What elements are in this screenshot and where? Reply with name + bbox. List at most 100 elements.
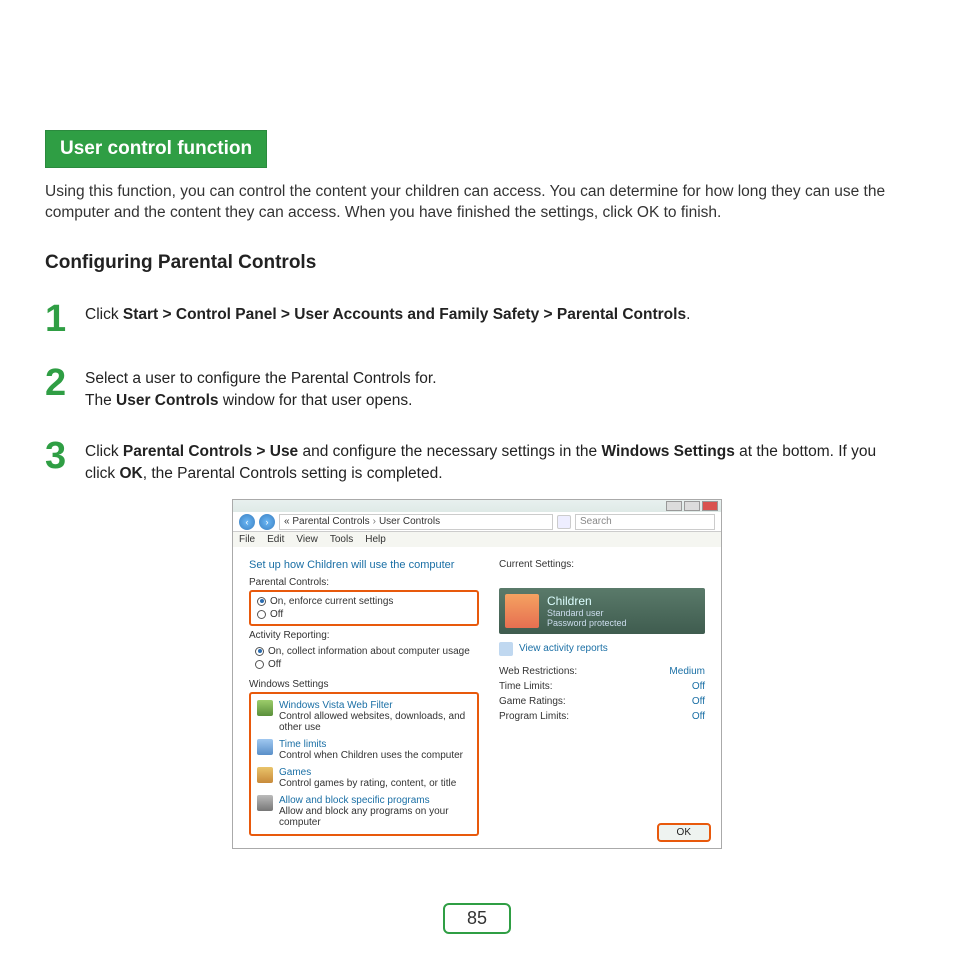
radio-off[interactable]: Off [255,658,473,671]
subheading: Configuring Parental Controls [45,252,909,274]
settings-item[interactable]: Windows Vista Web FilterControl allowed … [257,697,471,736]
menu-tools[interactable]: Tools [330,534,353,545]
user-role: Standard user [547,608,627,618]
menu-file[interactable]: File [239,534,255,545]
maximize-icon[interactable] [684,501,700,511]
radio-icon [257,610,266,619]
item-desc: Control when Children uses the computer [279,750,463,761]
close-icon[interactable] [702,501,718,511]
step-number: 3 [45,437,75,484]
item-title: Games [279,767,456,778]
text: Click [85,443,123,460]
kv-value[interactable]: Off [692,681,705,692]
user-name: Children [547,594,627,608]
menu-view[interactable]: View [296,534,318,545]
kv-row: Game Ratings: Off [499,694,705,709]
text-bold: Parental Controls > Use [123,443,298,460]
kv-key: Game Ratings: [499,696,566,707]
step-number: 1 [45,300,75,338]
search-input[interactable]: Search [575,514,715,530]
text: window for that user opens. [219,392,413,409]
radio-label: Off [270,609,283,620]
item-title: Allow and block specific programs [279,795,471,806]
kv-key: Time Limits: [499,681,553,692]
forward-icon[interactable]: › [259,514,275,530]
text: , the Parental Controls setting is compl… [143,465,443,482]
kv-row: Time Limits: Off [499,679,705,694]
programs-icon [257,795,273,811]
item-title: Windows Vista Web Filter [279,700,471,711]
view-activity-link[interactable]: View activity reports [499,642,705,656]
radio-icon [257,597,266,606]
text-bold: User Controls [116,392,219,409]
text-bold: Windows Settings [601,443,734,460]
avatar [505,594,539,628]
step-body: Click Start > Control Panel > User Accou… [85,300,690,338]
screenshot-window: ‹ › « Parental Controls › User Controls … [232,499,722,849]
menu-edit[interactable]: Edit [267,534,284,545]
text: The [85,392,116,409]
text: and configure the necessary settings in … [298,443,601,460]
step-2: 2 Select a user to configure the Parenta… [45,364,909,411]
step-1: 1 Click Start > Control Panel > User Acc… [45,300,909,338]
breadcrumb[interactable]: « Parental Controls › User Controls [279,514,553,530]
report-icon [499,642,513,656]
group-label: Windows Settings [249,679,479,690]
menu-help[interactable]: Help [365,534,386,545]
text-bold: OK [119,465,142,482]
radio-on[interactable]: On, enforce current settings [257,595,471,608]
settings-item[interactable]: GamesControl games by rating, content, o… [257,764,471,792]
window-titlebar [233,500,721,513]
kv-key: Program Limits: [499,711,569,722]
section-header: User control function [45,130,267,168]
group-label: Activity Reporting: [249,630,479,641]
group-label: Current Settings: [499,559,705,570]
settings-item[interactable]: Time limitsControl when Children uses th… [257,736,471,764]
radio-off[interactable]: Off [257,608,471,621]
ok-button[interactable]: OK [657,823,711,842]
refresh-icon[interactable] [557,515,571,529]
page-number: 85 [443,903,511,934]
item-desc: Allow and block any programs on your com… [279,806,471,828]
settings-item[interactable]: Allow and block specific programsAllow a… [257,792,471,831]
back-icon[interactable]: ‹ [239,514,255,530]
radio-on[interactable]: On, collect information about computer u… [255,645,473,658]
radio-label: Off [268,659,281,670]
text: . [686,306,690,323]
window-nav: ‹ › « Parental Controls › User Controls … [233,512,721,532]
link-text: View activity reports [519,643,608,654]
step-body: Click Parental Controls > Use and config… [85,437,909,484]
kv-value[interactable]: Off [692,711,705,722]
web-filter-icon [257,700,273,716]
window-content: Set up how Children will use the compute… [233,547,721,848]
item-title: Time limits [279,739,463,750]
minimize-icon[interactable] [666,501,682,511]
screenshot-container: ‹ › « Parental Controls › User Controls … [45,499,909,849]
games-icon [257,767,273,783]
content-left: Set up how Children will use the compute… [249,555,479,840]
breadcrumb-part: User Controls [379,516,440,527]
breadcrumb-part: « Parental Controls [284,516,370,527]
content-right: Current Settings: Children Standard user… [499,555,705,840]
step-body: Select a user to configure the Parental … [85,364,437,411]
kv-row: Program Limits: Off [499,709,705,724]
kv-key: Web Restrictions: [499,666,577,677]
chevron-right-icon: › [373,516,376,527]
kv-value[interactable]: Medium [669,666,705,677]
radio-icon [255,660,264,669]
item-desc: Control games by rating, content, or tit… [279,778,456,789]
activity-reporting: On, collect information about computer u… [249,643,479,675]
search-placeholder: Search [580,516,612,527]
ok-row: OK [657,823,711,842]
user-pwd: Password protected [547,618,627,628]
radio-label: On, enforce current settings [270,596,393,607]
panel-title: Set up how Children will use the compute… [249,559,479,571]
user-card: Children Standard user Password protecte… [499,588,705,634]
intro-text: Using this function, you can control the… [45,182,909,224]
text: Click [85,306,123,323]
kv-value[interactable]: Off [692,696,705,707]
menu-bar: File Edit View Tools Help [233,532,721,546]
text-bold: Start > Control Panel > User Accounts an… [123,306,686,323]
text: Select a user to configure the Parental … [85,370,437,387]
clock-icon [257,739,273,755]
